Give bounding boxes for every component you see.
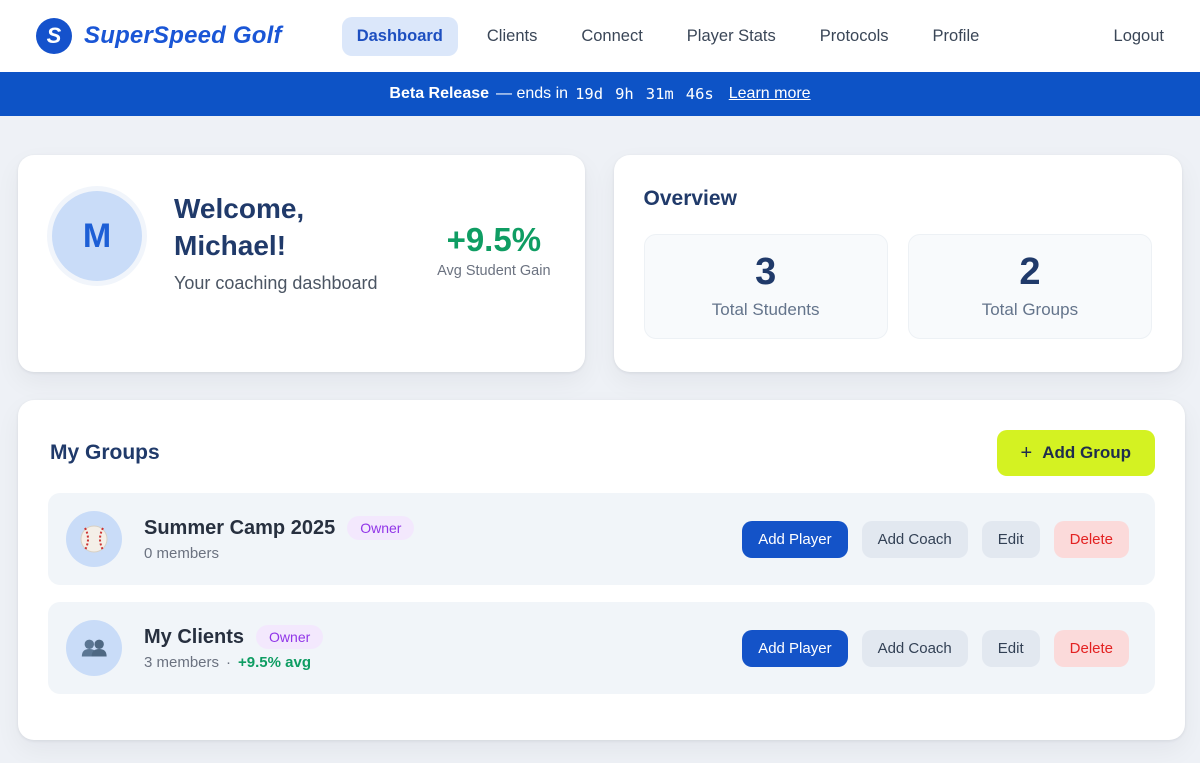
- add-group-button[interactable]: + Add Group: [997, 430, 1155, 476]
- nav-item-player-stats[interactable]: Player Stats: [672, 17, 791, 56]
- brand-logo-icon: S: [36, 18, 72, 54]
- main-content: M Welcome, Michael! Your coaching dashbo…: [0, 116, 1200, 740]
- edit-button[interactable]: Edit: [982, 630, 1040, 667]
- group-avg-gain: +9.5% avg: [238, 654, 311, 671]
- people-icon: [79, 633, 109, 663]
- welcome-subtitle: Your coaching dashboard: [174, 273, 399, 294]
- welcome-card: M Welcome, Michael! Your coaching dashbo…: [18, 155, 585, 372]
- nav-item-protocols[interactable]: Protocols: [805, 17, 904, 56]
- stat-total-students: 3 Total Students: [644, 234, 888, 339]
- add-player-button[interactable]: Add Player: [742, 630, 847, 667]
- countdown-hours: 9h: [615, 85, 634, 103]
- nav-item-profile[interactable]: Profile: [918, 17, 995, 56]
- stat-value: 2: [1019, 253, 1040, 291]
- group-name: My Clients: [144, 626, 244, 649]
- owner-badge: Owner: [347, 516, 414, 540]
- stat-label: Total Groups: [982, 300, 1078, 320]
- banner-text: — ends in: [496, 85, 568, 103]
- stat-label: Total Students: [712, 300, 820, 320]
- my-groups-card: My Groups + Add Group Summer Camp 2025 O…: [18, 400, 1185, 740]
- overview-title: Overview: [644, 187, 1152, 211]
- add-coach-button[interactable]: Add Coach: [862, 630, 968, 667]
- banner-title: Beta Release: [389, 85, 489, 103]
- countdown-seconds: 46s: [686, 85, 714, 103]
- avg-gain-value: +9.5%: [437, 221, 550, 259]
- avg-gain-block: +9.5% Avg Student Gain: [437, 221, 550, 336]
- add-group-label: Add Group: [1042, 443, 1131, 463]
- logout-link[interactable]: Logout: [1114, 27, 1164, 46]
- stat-total-groups: 2 Total Groups: [908, 234, 1152, 339]
- countdown-minutes: 31m: [646, 85, 674, 103]
- group-row-my-clients: My Clients Owner 3 members · +9.5% avg A…: [48, 602, 1155, 694]
- top-navbar: S SuperSpeed Golf Dashboard Clients Conn…: [0, 0, 1200, 72]
- my-groups-title: My Groups: [50, 441, 160, 465]
- group-avatar: [66, 511, 122, 567]
- group-members-count: 3 members: [144, 654, 219, 671]
- countdown-days: 19d: [575, 85, 603, 103]
- user-avatar: M: [52, 191, 142, 281]
- add-player-button[interactable]: Add Player: [742, 521, 847, 558]
- group-members-count: 0 members: [144, 545, 219, 562]
- stat-value: 3: [755, 253, 776, 291]
- owner-badge: Owner: [256, 625, 323, 649]
- brand[interactable]: S SuperSpeed Golf: [36, 18, 282, 54]
- main-nav: Dashboard Clients Connect Player Stats P…: [342, 17, 995, 56]
- group-row-summer-camp: Summer Camp 2025 Owner 0 members Add Pla…: [48, 493, 1155, 585]
- baseball-icon: [78, 523, 110, 555]
- delete-button[interactable]: Delete: [1054, 521, 1129, 558]
- delete-button[interactable]: Delete: [1054, 630, 1129, 667]
- overview-card: Overview 3 Total Students 2 Total Groups: [614, 155, 1182, 372]
- welcome-title: Welcome, Michael!: [174, 191, 399, 265]
- group-sub-separator: ·: [226, 654, 231, 671]
- add-coach-button[interactable]: Add Coach: [862, 521, 968, 558]
- countdown-timer: 19d 9h 31m 46s: [575, 85, 714, 103]
- group-name: Summer Camp 2025: [144, 517, 335, 540]
- plus-icon: +: [1021, 443, 1033, 463]
- learn-more-link[interactable]: Learn more: [729, 85, 811, 103]
- nav-item-dashboard[interactable]: Dashboard: [342, 17, 458, 56]
- nav-item-connect[interactable]: Connect: [566, 17, 657, 56]
- avg-gain-label: Avg Student Gain: [437, 263, 550, 279]
- group-avatar: [66, 620, 122, 676]
- brand-name: SuperSpeed Golf: [84, 22, 282, 50]
- beta-banner: Beta Release — ends in 19d 9h 31m 46s Le…: [0, 72, 1200, 116]
- nav-item-clients[interactable]: Clients: [472, 17, 552, 56]
- edit-button[interactable]: Edit: [982, 521, 1040, 558]
